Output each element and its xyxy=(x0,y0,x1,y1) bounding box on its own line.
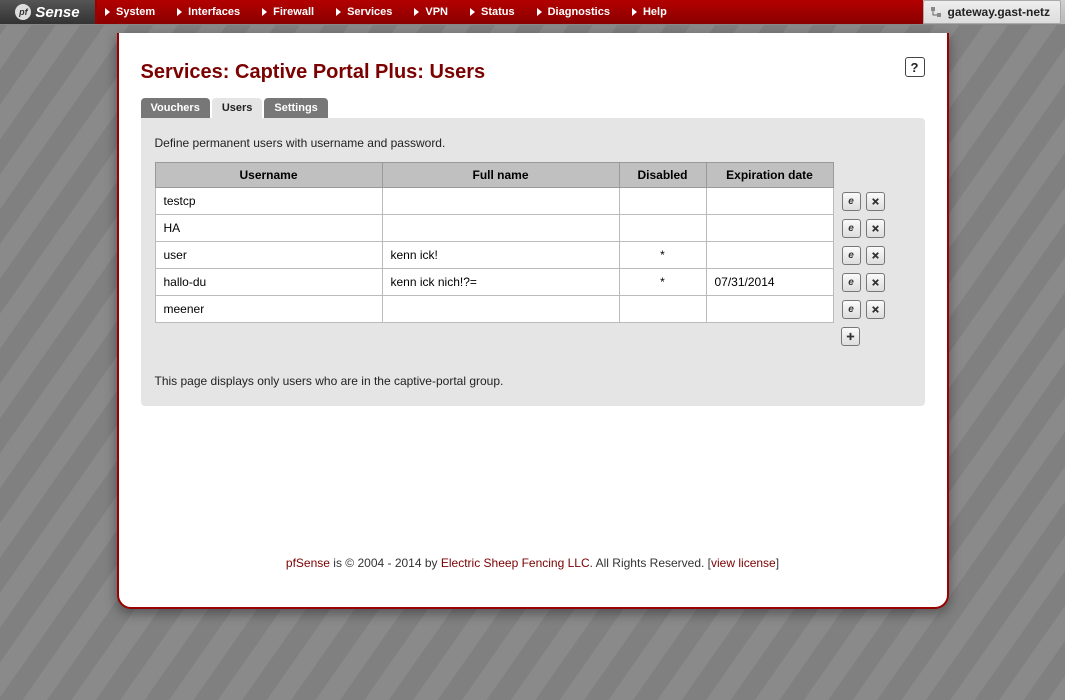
plus-icon xyxy=(845,331,856,342)
cell-expiration xyxy=(706,188,833,215)
table-row: hallo-dukenn ick nich!?=*07/31/2014 e xyxy=(155,269,898,296)
cell-disabled: * xyxy=(619,269,706,296)
tab-settings[interactable]: Settings xyxy=(264,98,327,118)
table-row: testcp e xyxy=(155,188,898,215)
tab-users[interactable]: Users xyxy=(212,98,263,118)
cell-disabled xyxy=(619,215,706,242)
page-container: ? Services: Captive Portal Plus: Users V… xyxy=(117,33,949,609)
menu-services[interactable]: Services xyxy=(328,0,406,24)
cell-username: testcp xyxy=(155,188,382,215)
row-actions: e xyxy=(833,215,898,242)
table-header-row: Username Full name Disabled Expiration d… xyxy=(155,163,898,188)
table-row: HA e xyxy=(155,215,898,242)
footer-company-link[interactable]: Electric Sheep Fencing LLC xyxy=(441,556,590,570)
cell-expiration xyxy=(706,242,833,269)
cell-expiration xyxy=(706,296,833,323)
cell-fullname: kenn ick nich!?= xyxy=(382,269,619,296)
delete-button[interactable] xyxy=(866,300,885,319)
cell-disabled xyxy=(619,188,706,215)
caret-icon xyxy=(336,8,341,16)
edit-button[interactable]: e xyxy=(842,300,861,319)
cell-expiration xyxy=(706,215,833,242)
menu-vpn[interactable]: VPN xyxy=(406,0,462,24)
edit-icon: e xyxy=(848,304,854,315)
table-row: userkenn ick!* e xyxy=(155,242,898,269)
col-username: Username xyxy=(155,163,382,188)
menu-interfaces[interactable]: Interfaces xyxy=(169,0,254,24)
cell-username: user xyxy=(155,242,382,269)
row-actions: e xyxy=(833,296,898,323)
x-icon xyxy=(870,223,881,234)
footer-license-link[interactable]: view license xyxy=(711,556,776,570)
edit-button[interactable]: e xyxy=(842,273,861,292)
caret-icon xyxy=(414,8,419,16)
footer: pfSense is © 2004 - 2014 by Electric She… xyxy=(141,556,925,570)
edit-icon: e xyxy=(848,250,854,261)
caret-icon xyxy=(470,8,475,16)
caret-icon xyxy=(262,8,267,16)
cell-fullname xyxy=(382,296,619,323)
logo-icon: pf xyxy=(15,4,31,20)
panel-note: This page displays only users who are in… xyxy=(155,374,911,388)
help-icon: ? xyxy=(911,60,919,75)
edit-icon: e xyxy=(848,196,854,207)
tab-vouchers[interactable]: Vouchers xyxy=(141,98,210,118)
edit-button[interactable]: e xyxy=(842,192,861,211)
tab-bar: Vouchers Users Settings xyxy=(141,98,925,118)
menu-system[interactable]: System xyxy=(97,0,169,24)
delete-button[interactable] xyxy=(866,219,885,238)
caret-icon xyxy=(632,8,637,16)
users-table: Username Full name Disabled Expiration d… xyxy=(155,162,899,350)
hostname-box[interactable]: gateway.gast-netz xyxy=(923,0,1061,24)
row-actions: e xyxy=(833,188,898,215)
cell-disabled: * xyxy=(619,242,706,269)
cell-username: HA xyxy=(155,215,382,242)
hostname-text: gateway.gast-netz xyxy=(948,5,1050,19)
logo-text: Sense xyxy=(35,4,79,21)
edit-button[interactable]: e xyxy=(842,219,861,238)
x-icon xyxy=(870,277,881,288)
row-actions: e xyxy=(833,269,898,296)
edit-button[interactable]: e xyxy=(842,246,861,265)
col-fullname: Full name xyxy=(382,163,619,188)
menu-firewall[interactable]: Firewall xyxy=(254,0,328,24)
col-disabled: Disabled xyxy=(619,163,706,188)
x-icon xyxy=(870,250,881,261)
content-panel: Define permanent users with username and… xyxy=(141,118,925,406)
col-expiration: Expiration date xyxy=(706,163,833,188)
menu-status[interactable]: Status xyxy=(462,0,529,24)
panel-description: Define permanent users with username and… xyxy=(155,136,911,150)
delete-button[interactable] xyxy=(866,246,885,265)
cell-fullname xyxy=(382,215,619,242)
cell-fullname: kenn ick! xyxy=(382,242,619,269)
network-icon xyxy=(930,6,942,18)
x-icon xyxy=(870,196,881,207)
top-navbar: pf Sense SystemInterfacesFirewallService… xyxy=(0,0,1065,25)
cell-expiration: 07/31/2014 xyxy=(706,269,833,296)
caret-icon xyxy=(537,8,542,16)
edit-icon: e xyxy=(848,223,854,234)
x-icon xyxy=(870,304,881,315)
cell-username: meener xyxy=(155,296,382,323)
add-user-button[interactable] xyxy=(841,327,860,346)
cell-fullname xyxy=(382,188,619,215)
menu-help[interactable]: Help xyxy=(624,0,681,24)
footer-brand: pfSense xyxy=(286,556,330,570)
help-button[interactable]: ? xyxy=(905,57,925,77)
cell-disabled xyxy=(619,296,706,323)
delete-button[interactable] xyxy=(866,273,885,292)
caret-icon xyxy=(177,8,182,16)
main-menu: SystemInterfacesFirewallServicesVPNStatu… xyxy=(97,0,923,24)
delete-button[interactable] xyxy=(866,192,885,211)
logo[interactable]: pf Sense xyxy=(0,0,97,24)
row-actions: e xyxy=(833,242,898,269)
cell-username: hallo-du xyxy=(155,269,382,296)
edit-icon: e xyxy=(848,277,854,288)
caret-icon xyxy=(105,8,110,16)
table-row: meener e xyxy=(155,296,898,323)
menu-diagnostics[interactable]: Diagnostics xyxy=(529,0,624,24)
page-title: Services: Captive Portal Plus: Users xyxy=(141,61,925,84)
